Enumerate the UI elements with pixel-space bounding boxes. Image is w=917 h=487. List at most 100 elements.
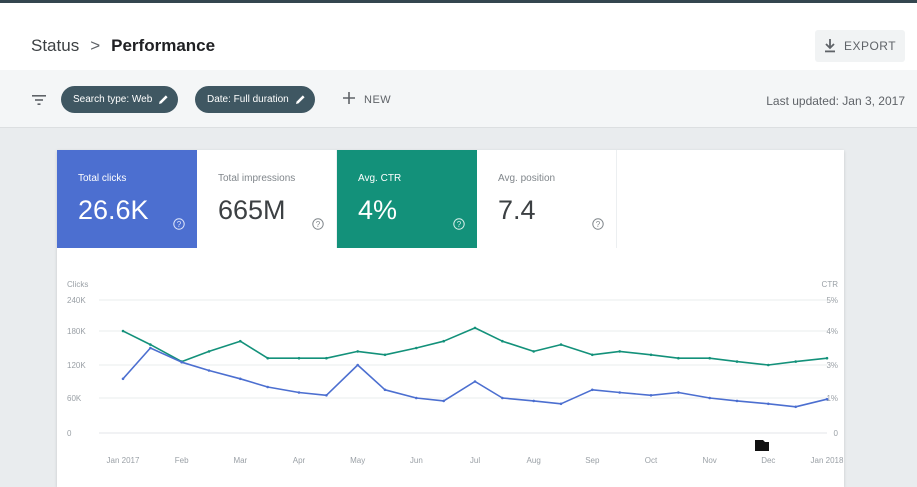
clicks-data-point: [207, 369, 211, 372]
clicks-data-point: [794, 405, 797, 409]
help-icon[interactable]: ?: [173, 217, 185, 235]
clicks-data-point: [415, 396, 418, 400]
ctr-data-point: [442, 339, 446, 343]
breadcrumb: Status > Performance: [31, 36, 215, 56]
x-tick-label: Feb: [175, 456, 189, 465]
help-icon[interactable]: ?: [312, 217, 324, 235]
edit-icon: [158, 94, 169, 105]
clicks-data-point: [383, 388, 387, 392]
chip-date-label: Date: Full duration: [207, 94, 289, 105]
metric-label: Avg. position: [498, 173, 556, 184]
ctr-data-point: [591, 353, 594, 357]
svg-text:?: ?: [596, 220, 601, 229]
svg-text:?: ?: [316, 220, 321, 229]
ctr-data-point: [149, 343, 152, 346]
clicks-data-point: [121, 377, 125, 381]
ctr-data-point: [677, 356, 680, 360]
clicks-data-point: [559, 402, 563, 406]
metric-avg-ctr[interactable]: Avg. CTR 4% ?: [337, 150, 477, 248]
ctr-data-point: [383, 353, 387, 357]
clicks-data-point: [149, 346, 152, 350]
filter-list-icon[interactable]: [32, 92, 46, 110]
ctr-data-point: [532, 350, 535, 353]
ctr-data-point: [239, 339, 242, 343]
right-tick-label: 5%: [826, 296, 838, 305]
x-tick-label: Dec: [761, 456, 775, 465]
x-tick-label: May: [350, 456, 365, 465]
metric-total-clicks[interactable]: Total clicks 26.6K ?: [57, 150, 197, 248]
ctr-data-point: [415, 346, 418, 350]
edit-icon: [295, 94, 306, 105]
right-tick-label: 4%: [826, 327, 838, 336]
ctr-data-point: [559, 343, 563, 346]
page-title: Performance: [111, 36, 216, 55]
metric-label: Avg. CTR: [358, 173, 402, 184]
x-tick-label: Aug: [527, 456, 541, 465]
performance-chart[interactable]: Clicks CTR 240K 180K 120K 60K 0 5% 4% 3% 1% 0 Jan …: [57, 248, 844, 487]
clicks-data-point: [180, 360, 183, 364]
clicks-data-point: [677, 391, 680, 394]
clicks-data-point: [356, 363, 360, 367]
left-tick-label: 180K: [67, 327, 86, 336]
ctr-data-point: [649, 353, 653, 357]
clicks-data-point: [325, 394, 328, 397]
ctr-data-point: [473, 326, 477, 330]
ctr-series-line: [122, 327, 828, 366]
help-icon[interactable]: ?: [592, 217, 604, 235]
ctr-data-point: [297, 356, 301, 360]
right-axis-label: CTR: [822, 280, 839, 289]
breadcrumb-separator: >: [90, 36, 101, 55]
ctr-data-point: [121, 329, 125, 333]
breadcrumb-root[interactable]: Status: [31, 36, 79, 55]
performance-card: Total clicks 26.6K ? Total impressions 6…: [57, 150, 844, 487]
metric-avg-position[interactable]: Avg. position 7.4 ?: [477, 150, 617, 248]
ctr-data-point: [356, 350, 360, 353]
last-updated-text: Last updated: Jan 3, 2017: [766, 94, 905, 108]
chip-search-type[interactable]: Search type: Web: [61, 86, 179, 113]
x-tick-label: Apr: [293, 456, 306, 465]
x-tick-label: Jul: [470, 456, 480, 465]
ctr-data-point: [325, 356, 328, 360]
x-tick-label: Oct: [645, 456, 658, 465]
clicks-data-point: [735, 399, 739, 403]
ctr-data-point: [735, 360, 739, 363]
right-tick-label: 1%: [826, 394, 838, 403]
top-bar: Status > Performance EXPORT: [0, 0, 917, 70]
clicks-data-point: [239, 377, 242, 381]
ctr-data-point: [794, 360, 797, 363]
help-icon[interactable]: ?: [453, 217, 465, 235]
chip-date[interactable]: Date: Full duration: [195, 86, 315, 113]
ctr-data-point: [266, 356, 269, 360]
chip-search-type-label: Search type: Web: [73, 94, 153, 105]
clicks-data-point: [708, 396, 711, 400]
ctr-data-point: [207, 350, 211, 353]
clicks-data-point: [618, 391, 621, 394]
left-tick-label: 0: [67, 429, 72, 438]
export-button[interactable]: EXPORT: [815, 30, 905, 62]
x-tick-label: Sep: [585, 456, 600, 465]
metric-total-impressions[interactable]: Total impressions 665M ?: [197, 150, 337, 248]
clicks-data-point: [532, 399, 535, 403]
left-tick-label: 120K: [67, 361, 86, 370]
ctr-data-point: [825, 356, 829, 360]
left-tick-label: 60K: [67, 394, 82, 403]
export-label: EXPORT: [843, 39, 897, 53]
right-tick-label: 0: [834, 429, 839, 438]
right-tick-label: 3%: [826, 361, 838, 370]
clicks-data-point: [297, 391, 301, 394]
clicks-data-point: [825, 397, 829, 401]
annotation-marker-icon[interactable]: [755, 440, 769, 451]
ctr-data-point: [618, 350, 621, 353]
plus-icon: [343, 92, 355, 107]
left-tick-label: 240K: [67, 296, 86, 305]
new-filter-button[interactable]: NEW: [343, 86, 391, 113]
clicks-data-point: [591, 388, 594, 392]
x-tick-label: Jun: [410, 456, 423, 465]
filter-bar: Search type: Web Date: Full duration NEW…: [0, 70, 917, 128]
x-tick-label: Jan 2018: [811, 456, 844, 465]
clicks-data-point: [266, 385, 269, 389]
ctr-data-point: [708, 356, 711, 360]
clicks-data-point: [649, 394, 653, 397]
ctr-data-point: [767, 363, 770, 367]
left-axis-label: Clicks: [67, 280, 88, 289]
